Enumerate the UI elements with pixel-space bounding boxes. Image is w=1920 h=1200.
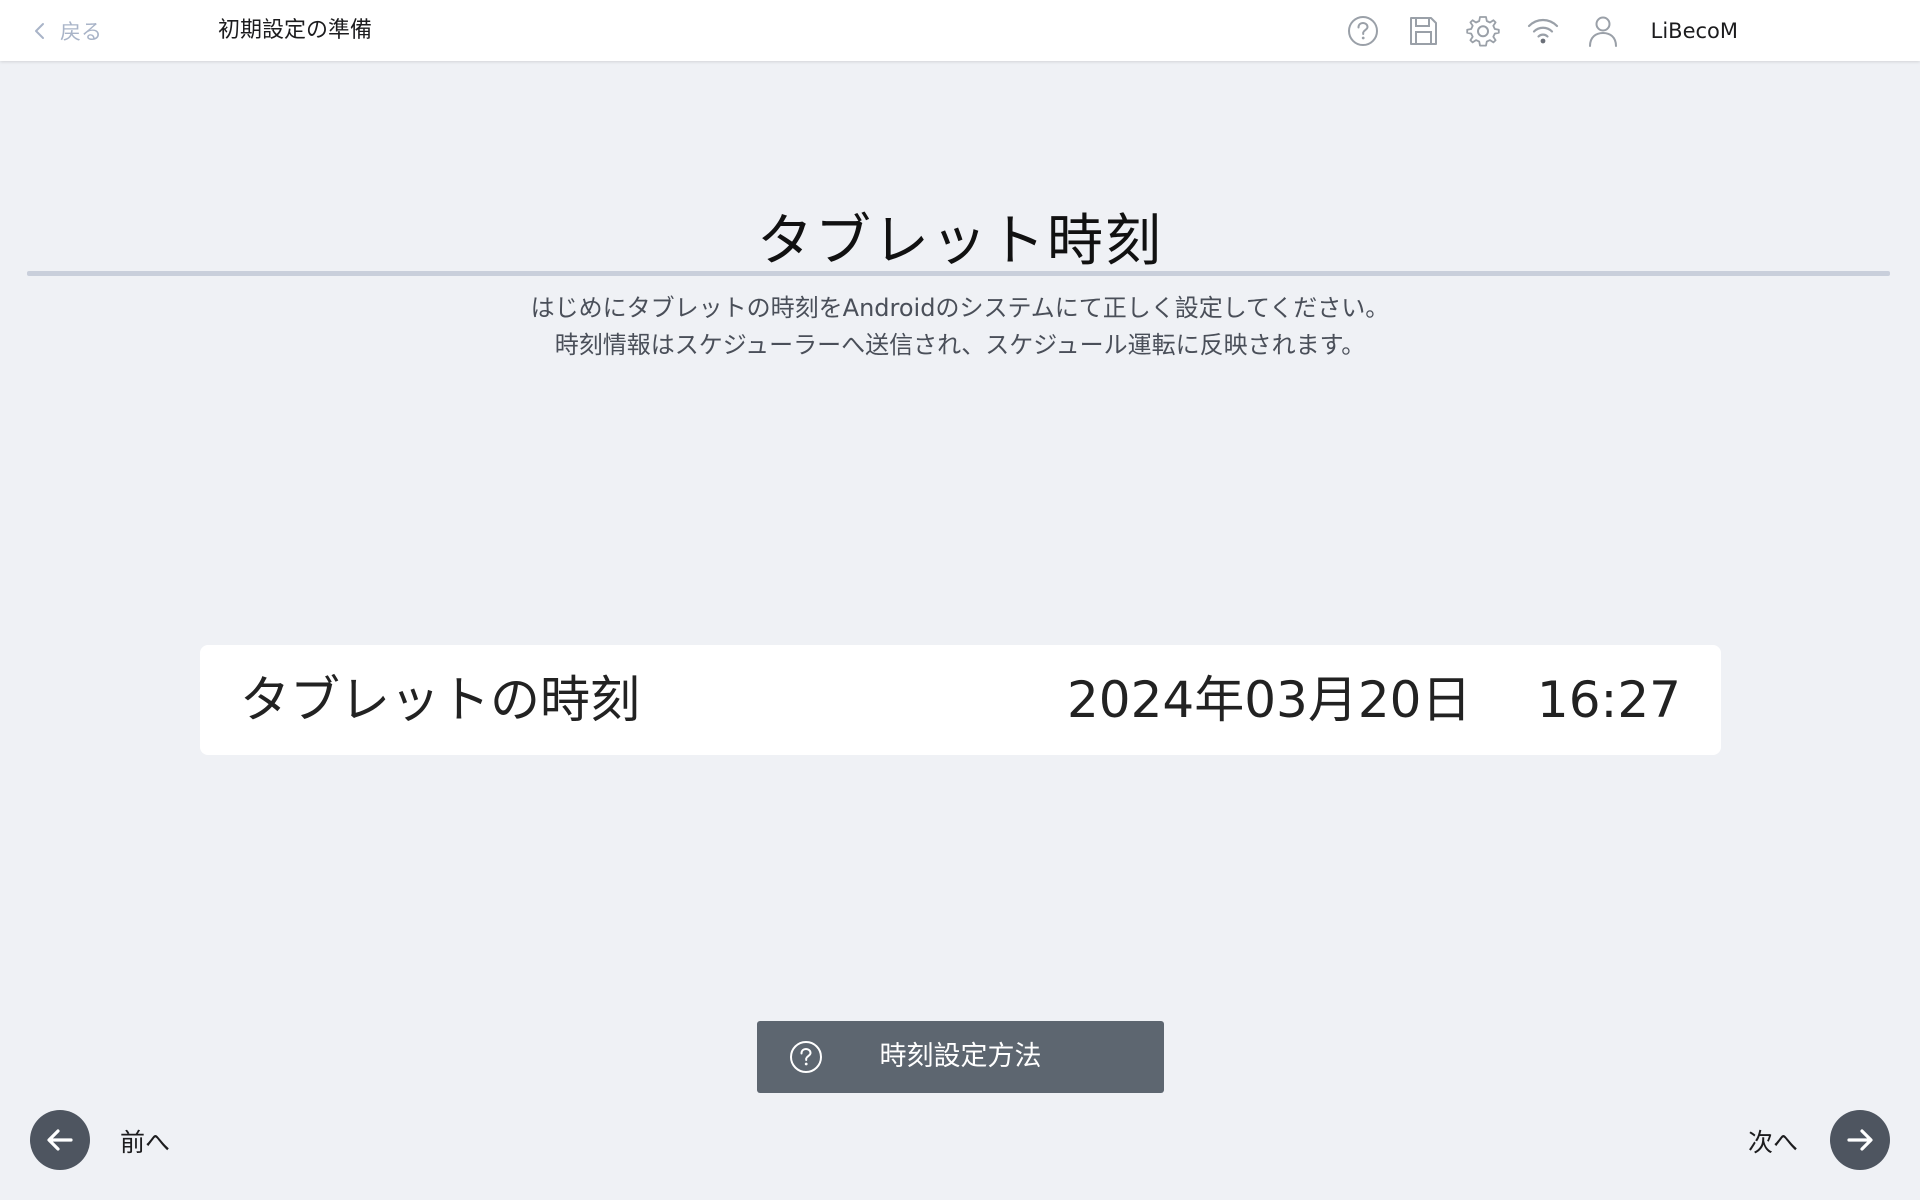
chevron-left-icon: [35, 23, 44, 39]
top-bar: 戻る 初期設定の準備 LiBecoM: [0, 0, 1920, 61]
next-button[interactable]: [1830, 1110, 1890, 1170]
arrow-left-icon: [47, 1129, 73, 1151]
page-title: タブレット時刻: [757, 209, 1163, 274]
back-label: 戻る: [60, 20, 102, 44]
wifi-icon: [1527, 18, 1558, 43]
wifi-icon-button[interactable]: [1513, 0, 1573, 61]
prev-button[interactable]: [30, 1110, 90, 1170]
settings-icon-button[interactable]: [1453, 0, 1513, 61]
back-button[interactable]: 戻る: [30, 14, 102, 48]
save-icon-button[interactable]: [1393, 0, 1453, 61]
description-line-2: 時刻情報はスケジューラーへ送信され、スケジュール運転に反映されます。: [554, 331, 1366, 359]
save-icon: [1409, 16, 1437, 45]
user-icon: [1588, 16, 1617, 47]
user-icon-button[interactable]: [1573, 0, 1633, 61]
title-divider: [27, 271, 1890, 276]
tablet-time-value: 16:27: [1536, 671, 1681, 729]
tablet-time-label: タブレットの時刻: [240, 671, 640, 729]
tablet-date-value: 2024年03月20日: [1067, 671, 1472, 729]
tablet-time-card: タブレットの時刻 2024年03月20日 16:27: [200, 645, 1721, 755]
page-description: はじめにタブレットの時刻をAndroidのシステムにて正しく設定してください。 …: [0, 290, 1920, 364]
next-label[interactable]: 次へ: [1748, 1113, 1798, 1173]
username-label[interactable]: LiBecoM: [1651, 19, 1738, 43]
screen-title: 初期設定の準備: [218, 18, 373, 43]
help-icon-button[interactable]: [1333, 0, 1393, 61]
help-icon: [1347, 15, 1378, 46]
gear-icon: [1465, 15, 1500, 46]
top-icon-group: LiBecoM: [1333, 0, 1920, 61]
help-button-label: 時刻設定方法: [879, 1041, 1042, 1072]
time-setting-help-button[interactable]: 時刻設定方法: [757, 1021, 1164, 1093]
arrow-right-icon: [1847, 1129, 1873, 1151]
description-line-1: はじめにタブレットの時刻をAndroidのシステムにて正しく設定してください。: [530, 294, 1390, 322]
prev-label[interactable]: 前へ: [120, 1113, 170, 1173]
